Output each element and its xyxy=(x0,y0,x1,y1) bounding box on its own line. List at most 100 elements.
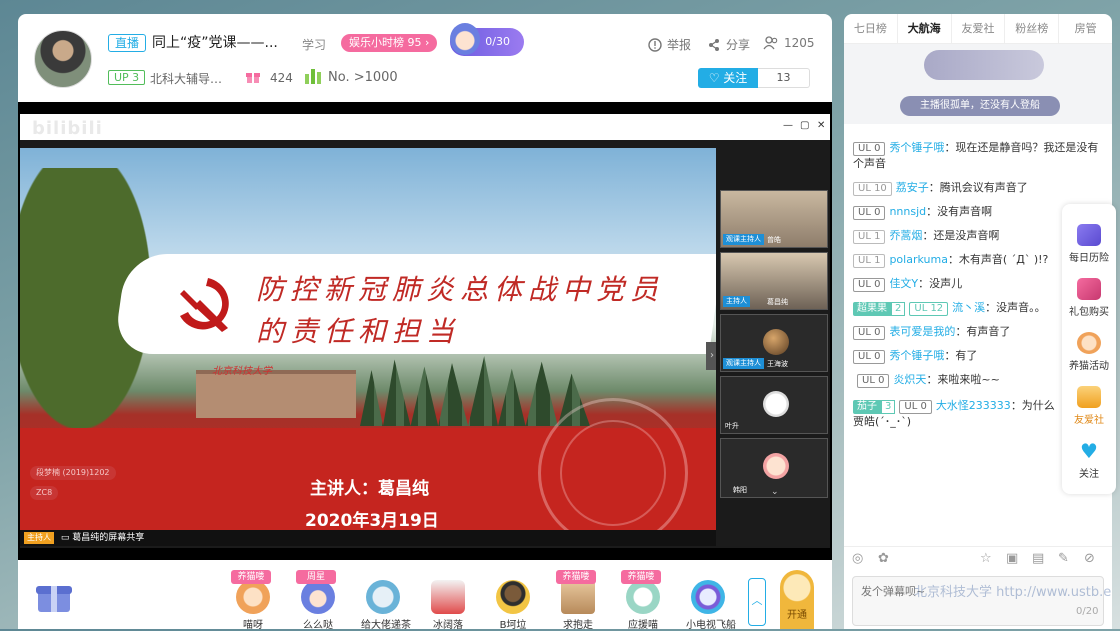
side-activity-menu: 每日历险 礼包购买 养猫活动 友爱社 ♥ 关注 xyxy=(1062,204,1116,494)
cat-icon xyxy=(1077,332,1101,354)
chat-username[interactable]: polarkuma xyxy=(889,253,948,266)
open-guard-button[interactable]: 开通 xyxy=(780,570,814,629)
share-button[interactable]: 分享 xyxy=(707,36,750,53)
side-item-follow[interactable]: ♥ 关注 xyxy=(1062,440,1116,480)
chat-username[interactable]: 秀个锤子哦 xyxy=(889,141,944,154)
castle-icon xyxy=(1077,224,1101,246)
tab-guild[interactable]: 友爱社 xyxy=(952,14,1006,43)
participant-avatar xyxy=(763,329,789,355)
chat-message: 茄子 3 UL 0 大水怪233333：为什么贾皓(´･_･`) xyxy=(853,398,1063,430)
participant-tile[interactable]: 观课主持人 王海波 xyxy=(720,314,828,372)
chevron-down-icon[interactable]: ⌄ xyxy=(771,487,779,497)
gift-item[interactable]: 养猫喽 喵呀 xyxy=(231,570,275,631)
hourly-rank-badge[interactable]: 娱乐小时榜 95 › xyxy=(341,34,438,52)
chat-username[interactable]: 流丶溪 xyxy=(952,301,985,314)
restore-icon[interactable]: ▢ xyxy=(800,120,809,131)
fan-medal[interactable]: 茄子 xyxy=(853,400,881,414)
chat-username[interactable]: 荔安子 xyxy=(896,181,929,194)
star-icon[interactable]: ☆ xyxy=(980,551,992,566)
side-item-label: 每日历险 xyxy=(1069,253,1109,264)
tab-fans[interactable]: 粉丝榜 xyxy=(1005,14,1060,43)
cola-gift-icon xyxy=(431,580,465,614)
slide-date: 2020年3月19日 xyxy=(305,511,439,531)
close-icon[interactable]: ✕ xyxy=(817,120,825,131)
video-player[interactable]: bilibili — ▢ ✕ 防控新冠肺炎总体战中党员 的责任和担当 北京科技大… xyxy=(18,102,832,560)
chat-username[interactable]: 大水怪233333 xyxy=(936,399,1011,412)
tab-captain[interactable]: 大航海 xyxy=(898,14,952,43)
fan-medal-level: 3 xyxy=(881,400,896,414)
danmaku-settings-icon[interactable]: ◎ xyxy=(852,551,863,566)
chat-username[interactable]: 乔蒿烟 xyxy=(889,229,922,242)
gift-tag: 养猫喽 xyxy=(231,570,271,584)
participant-tile[interactable]: 叶升 xyxy=(720,376,828,434)
participant-role: 观课主持人 xyxy=(723,358,764,369)
gift-item[interactable]: 养猫喽 应援喵 xyxy=(621,570,665,631)
window-icon[interactable]: ▣ xyxy=(1006,551,1018,566)
minimize-icon[interactable]: — xyxy=(783,120,793,131)
slide-speaker: 主讲人：葛昌纯 xyxy=(310,479,429,499)
slide-building-image xyxy=(196,370,356,418)
chat-username[interactable]: nnnsjd xyxy=(889,205,926,218)
side-item-daily-adventure[interactable]: 每日历险 xyxy=(1062,224,1116,264)
participant-role: 观课主持人 xyxy=(723,234,764,245)
fan-medal[interactable]: 超果果 xyxy=(853,302,891,316)
side-item-guild[interactable]: 友爱社 xyxy=(1062,386,1116,426)
side-item-gift-pack[interactable]: 礼包购买 xyxy=(1062,278,1116,318)
side-item-cat-event[interactable]: 养猫活动 xyxy=(1062,332,1116,372)
chat-username[interactable]: 佳文Y xyxy=(889,277,918,290)
chat-text: ：木有声音( ´Д` )!? xyxy=(947,253,1049,266)
empty-ship-illustration xyxy=(924,50,1044,80)
side-item-label: 关注 xyxy=(1079,469,1099,480)
user-level: UL 0 xyxy=(853,206,886,220)
gift-item[interactable]: 养猫喽 求抱走 xyxy=(556,570,600,631)
kiss-gift-icon xyxy=(301,580,335,614)
slide-campus-label: 北京科技大学 xyxy=(212,366,272,377)
mascot-icon xyxy=(450,23,480,55)
participant-tile[interactable]: 主持人 葛昌纯 xyxy=(720,252,828,310)
treasure-box-icon[interactable] xyxy=(32,580,76,614)
presentation-slide: 防控新冠肺炎总体战中党员 的责任和担当 北京科技大学 主讲人：葛昌纯 2020年… xyxy=(20,148,716,540)
slide-title-line-2: 的责任和担当 xyxy=(256,315,461,348)
share-caption-bar: 主持人 ▭ 葛昌纯的屏幕共享 xyxy=(20,530,716,546)
box-cat-gift-icon xyxy=(561,580,595,614)
participant-tile[interactable]: 观课主持人 曾皓 xyxy=(720,190,828,248)
edit-icon[interactable]: ✎ xyxy=(1058,551,1069,566)
user-level: UL 12 xyxy=(909,302,949,316)
gift-item[interactable]: 小电视飞船 xyxy=(686,580,736,631)
rank-empty-text: 主播很孤单，还没有人登船 xyxy=(900,96,1060,116)
slide-next-arrow[interactable]: › xyxy=(706,342,716,370)
tab-room-admin[interactable]: 房管 xyxy=(1059,14,1112,43)
gift-item[interactable]: 周星 么么哒 xyxy=(296,570,340,631)
gift-item[interactable]: 冰阔落 xyxy=(426,580,470,631)
tab-seven-day[interactable]: 七日榜 xyxy=(844,14,898,43)
chat-username[interactable]: 表可爱是我的 xyxy=(889,325,955,338)
user-level: UL 10 xyxy=(853,182,892,196)
share-caption: 葛昌纯的屏幕共享 xyxy=(72,533,145,543)
chat-username[interactable]: 炎炽天 xyxy=(893,373,926,386)
block-icon[interactable]: ⊘ xyxy=(1084,551,1095,566)
side-item-label: 友爱社 xyxy=(1074,415,1104,426)
uploader-name[interactable]: 北科大辅导员... xyxy=(150,70,230,87)
report-button[interactable]: 举报 xyxy=(648,36,691,53)
share-icon xyxy=(709,38,719,51)
gift-item[interactable]: B坷垃 xyxy=(491,580,535,631)
screen-icon[interactable]: ▤ xyxy=(1032,551,1044,566)
slide-title-line-1: 防控新冠肺炎总体战中党员 xyxy=(256,273,665,306)
tv-spaceship-gift-icon xyxy=(691,580,725,614)
palette-icon[interactable]: ✿ xyxy=(878,551,889,566)
follow-button[interactable]: ♡ 关注 xyxy=(698,68,758,88)
cheer-cat-gift-icon xyxy=(626,580,660,614)
chat-message: UL 10 荔安子：腾讯会议有声音了 xyxy=(853,180,1103,196)
chevron-up-icon: ︿ xyxy=(751,594,763,607)
gift-item[interactable]: 给大佬递茶 xyxy=(361,580,411,631)
participant-name: 叶升 xyxy=(725,422,739,430)
participant-tile[interactable]: 韩阳 ⌄ xyxy=(720,438,828,498)
share-window-titlebar xyxy=(20,114,830,140)
gift-scroll-up-button[interactable]: ︿ xyxy=(748,578,766,626)
user-level: UL 0 xyxy=(853,350,886,364)
gift-tag: 养猫喽 xyxy=(556,570,596,584)
room-category[interactable]: 学习 xyxy=(302,36,326,53)
chat-username[interactable]: 秀个锤子哦 xyxy=(889,349,944,362)
rank-bars-icon xyxy=(305,69,321,84)
streamer-avatar[interactable] xyxy=(34,30,92,88)
